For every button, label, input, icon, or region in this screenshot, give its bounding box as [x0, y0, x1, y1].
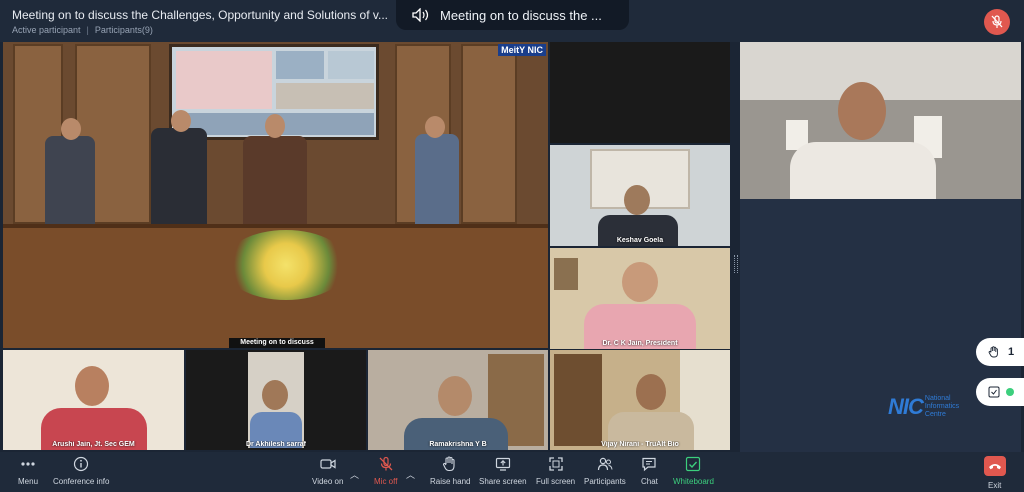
person-head — [438, 376, 472, 416]
exit-label: Exit — [988, 481, 1002, 490]
full-screen-label: Full screen — [536, 477, 576, 486]
participant-name: Dr Akhilesh sarraf — [245, 441, 307, 448]
person — [790, 142, 936, 199]
chat-button[interactable]: Chat — [641, 456, 658, 486]
video-tile-rama[interactable]: Ramakrishna Y B — [368, 350, 548, 450]
person-head — [425, 116, 445, 138]
chat-icon — [642, 457, 657, 472]
wall-frame — [554, 258, 578, 290]
meeting-subtitle: Active participant | Participants(9) — [12, 25, 153, 35]
poll-pill[interactable] — [976, 378, 1024, 406]
full-screen-button[interactable]: Full screen — [536, 456, 575, 486]
person-head — [61, 118, 81, 140]
person-head — [262, 380, 288, 410]
whiteboard-button[interactable]: Whiteboard — [673, 456, 714, 486]
wall-panel — [461, 44, 517, 224]
raise-hand-button[interactable]: Raise hand — [430, 456, 470, 486]
person — [45, 136, 95, 236]
main-video-tile[interactable]: MeitY NIC Meeting on to discuss — [3, 42, 548, 348]
conference-info-label: Conference info — [53, 477, 110, 486]
nic-logo: NIC National Informatics Centre — [888, 394, 959, 420]
mute-indicator-button[interactable] — [984, 9, 1010, 35]
exit-button[interactable] — [984, 456, 1006, 476]
checkbox-icon — [988, 386, 1000, 398]
person-head — [838, 82, 886, 140]
video-tile-empty[interactable] — [550, 42, 730, 143]
empty-area — [740, 199, 1021, 452]
hand-icon — [988, 346, 998, 358]
screen-feed — [276, 51, 324, 79]
participant-name: Arushi Jain, Jt. Sec GEM — [52, 441, 135, 448]
screen-feed — [176, 51, 272, 109]
video-tile-vijay[interactable]: Vijay Nirani - TruAlt Bio — [550, 350, 730, 450]
meeting-title: Meeting on to discuss the Challenges, Op… — [12, 8, 388, 22]
video-tile-ckjain[interactable]: Dr. C K Jain, President — [550, 248, 730, 349]
person-head — [171, 110, 191, 132]
participants-label: Participants — [584, 477, 626, 486]
person — [151, 128, 207, 234]
participant-name: Ramakrishna Y B — [429, 441, 487, 448]
person — [243, 136, 307, 232]
share-screen-button[interactable]: Share screen — [479, 456, 527, 486]
conference-info-button[interactable]: Conference info — [53, 456, 109, 486]
video-on-button[interactable]: Video on — [312, 456, 343, 486]
mic-muted-icon — [379, 456, 393, 471]
participant-status: Active participant — [12, 25, 81, 35]
participants-button[interactable]: Participants — [584, 456, 626, 486]
whiteboard-icon — [686, 456, 701, 472]
participants-icon — [597, 457, 613, 471]
separator: | — [86, 25, 89, 35]
video-tile-akhilesh[interactable]: Dr Akhilesh sarraf — [186, 350, 366, 450]
top-bar: Meeting on to discuss the Challenges, Op… — [0, 0, 1024, 42]
resize-handle[interactable] — [734, 255, 738, 273]
mic-off-icon — [991, 15, 1003, 28]
video-options-caret-icon[interactable]: ︿ — [350, 468, 359, 481]
speaker-icon — [412, 8, 429, 22]
video-tile-arushi[interactable]: Arushi Jain, Jt. Sec GEM — [3, 350, 184, 450]
mic-off-label: Mic off — [374, 477, 398, 486]
fullscreen-icon — [548, 457, 563, 471]
person-head — [265, 114, 285, 138]
nic-logo-mark: NIC — [888, 394, 924, 419]
raise-hand-icon — [443, 456, 455, 472]
raise-hand-label: Raise hand — [430, 477, 471, 486]
nic-logo-text: National Informatics Centre — [924, 395, 960, 418]
person — [415, 134, 459, 230]
status-dot-icon — [1006, 388, 1014, 396]
participants-count-link[interactable]: Participants(9) — [95, 25, 153, 35]
menu-label: Menu — [18, 477, 39, 486]
person-head — [75, 366, 109, 406]
screen-feed — [276, 83, 374, 109]
person-head — [636, 374, 666, 410]
share-screen-icon — [495, 457, 510, 471]
info-icon — [74, 456, 89, 472]
more-dots-icon — [21, 462, 35, 466]
chat-label: Chat — [641, 477, 658, 486]
mic-off-button[interactable]: Mic off — [374, 456, 397, 486]
meity-nic-logo: MeitY NIC — [498, 44, 546, 56]
bottom-toolbar: Menu Conference info Video on ︿ Mic off … — [0, 452, 1024, 492]
raise-hand-count-pill[interactable]: 1 — [976, 338, 1024, 366]
menu-button[interactable]: Menu — [18, 456, 38, 486]
hang-up-icon — [989, 464, 1001, 470]
bookshelf — [554, 354, 602, 446]
person-head — [624, 185, 650, 215]
video-tile-large[interactable] — [740, 42, 1021, 199]
screen-feed — [328, 51, 374, 79]
flower-arrangement — [223, 230, 349, 300]
participant-name: Vijay Nirani - TruAlt Bio — [601, 441, 679, 448]
video-tile-keshav[interactable]: Keshav Goela — [550, 145, 730, 246]
mic-options-caret-icon[interactable]: ︿ — [406, 468, 415, 481]
participant-name: Keshav Goela — [616, 237, 664, 244]
raised-hands-count: 1 — [1008, 346, 1015, 358]
active-speaker-pill: Meeting on to discuss the ... — [396, 0, 629, 30]
whiteboard-label: Whiteboard — [673, 477, 714, 486]
active-speaker-name: Meeting on to discuss the ... — [440, 7, 602, 23]
share-screen-label: Share screen — [479, 477, 527, 486]
person-head — [622, 262, 658, 302]
participant-name: Dr. C K Jain, President — [602, 340, 678, 347]
video-on-label: Video on — [312, 477, 344, 486]
camera-icon — [320, 459, 336, 469]
room-caption: Meeting on to discuss — [229, 338, 325, 348]
